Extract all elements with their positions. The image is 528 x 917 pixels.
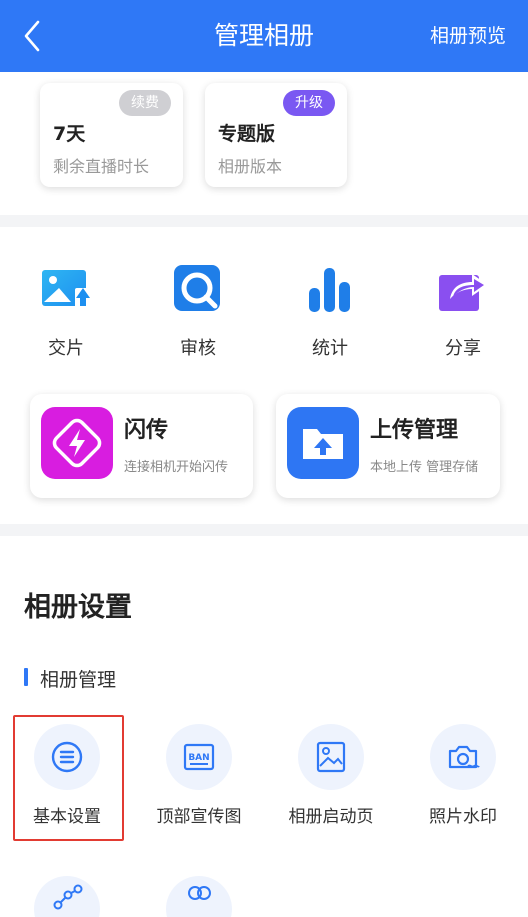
album-manage-subtitle: 相册管理 (40, 669, 117, 691)
review-search-icon (174, 265, 220, 311)
selection-highlight (13, 715, 124, 841)
tool-review-label: 审核 (180, 338, 216, 359)
flash-transfer-desc: 连接相机开始闪传 (124, 460, 229, 475)
album-settings-title: 相册设置 (24, 592, 132, 623)
album-version-card[interactable]: 升级 专题版 相册版本 (205, 83, 347, 187)
top-bar: 管理相册 相册预览 (0, 0, 528, 72)
top-banner-label: 顶部宣传图 (156, 807, 242, 827)
bar-chart-icon (309, 268, 350, 312)
tool-share[interactable]: 分享 (417, 262, 509, 360)
svg-text:BAN: BAN (188, 753, 209, 763)
share-settings-item[interactable] (34, 876, 100, 917)
tool-stats[interactable]: 统计 (284, 262, 376, 360)
tool-share-label: 分享 (445, 338, 481, 359)
nodes-icon (53, 884, 83, 910)
subsection-accent-bar (24, 668, 28, 686)
banner-icon: BAN (183, 743, 215, 771)
lightning-icon (52, 418, 102, 468)
tool-deliver[interactable]: 交片 (20, 262, 112, 360)
image-upload-icon (42, 270, 91, 310)
flash-transfer-title: 闪传 (124, 418, 169, 443)
image-frame-icon (316, 741, 346, 773)
flash-transfer-card[interactable]: 闪传 连接相机开始闪传 (30, 394, 253, 498)
launch-page-item[interactable]: 相册启动页 (271, 724, 391, 827)
upload-manage-card[interactable]: 上传管理 本地上传 管理存储 (276, 394, 500, 498)
watermark-icon-bg (430, 724, 496, 790)
top-banner-icon-bg: BAN (166, 724, 232, 790)
people-icon (188, 886, 211, 900)
share-icon (439, 274, 488, 311)
top-banner-item[interactable]: BAN 顶部宣传图 (139, 724, 259, 827)
watermark-label: 照片水印 (429, 807, 497, 827)
section-divider (0, 524, 528, 536)
album-version-desc: 相册版本 (218, 157, 283, 176)
folder-upload-icon (303, 429, 343, 459)
launch-page-label: 相册启动页 (288, 807, 374, 827)
tool-stats-label: 统计 (312, 338, 348, 359)
upload-manage-desc: 本地上传 管理存储 (370, 460, 479, 475)
people-settings-item[interactable] (166, 876, 232, 917)
upgrade-badge[interactable]: 升级 (283, 90, 335, 116)
launch-page-icon-bg (298, 724, 364, 790)
tool-review[interactable]: 审核 (152, 262, 244, 360)
live-time-desc: 剩余直播时长 (53, 157, 150, 176)
upload-icon-tile (287, 407, 359, 479)
camera-icon (448, 745, 480, 769)
album-preview-link[interactable]: 相册预览 (430, 22, 506, 50)
renew-badge[interactable]: 续费 (119, 90, 171, 116)
album-version-value: 专题版 (218, 123, 276, 145)
watermark-item[interactable]: 照片水印 (403, 724, 523, 827)
live-time-value: 7天 (53, 123, 86, 145)
tool-deliver-label: 交片 (48, 338, 84, 359)
flash-icon-tile (41, 407, 113, 479)
live-time-card[interactable]: 续费 7天 剩余直播时长 (40, 83, 183, 187)
section-divider (0, 215, 528, 227)
upload-manage-title: 上传管理 (370, 418, 459, 443)
